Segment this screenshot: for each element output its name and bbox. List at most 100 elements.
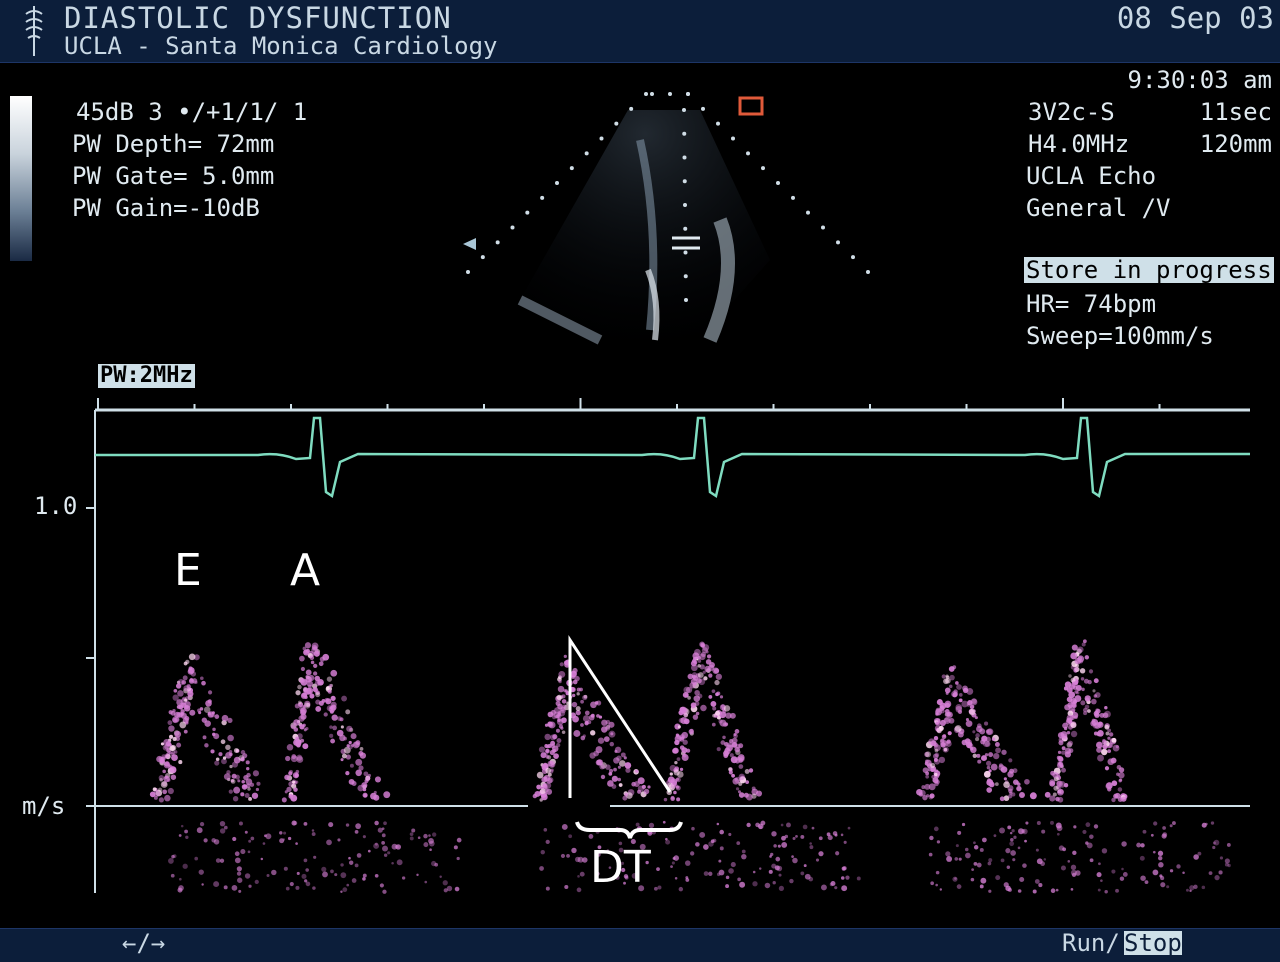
spectrum-speckle xyxy=(789,878,794,884)
spectrum-speckle xyxy=(775,856,781,862)
spectrum-speckle xyxy=(550,709,557,716)
spectrum-speckle xyxy=(988,889,992,893)
spectrum-speckle xyxy=(194,680,198,684)
spectrum-speckle xyxy=(345,770,350,776)
spectrum-speckle xyxy=(321,866,327,872)
spectrum-speckle xyxy=(1084,695,1091,702)
spectrum-speckle xyxy=(1160,876,1165,881)
spectrum-speckle xyxy=(293,727,299,732)
spectrum-speckle xyxy=(237,877,243,883)
spectrum-speckle xyxy=(243,784,247,788)
spectrum-speckle xyxy=(568,834,573,839)
spectrum-speckle xyxy=(778,885,785,891)
spectrum-speckle xyxy=(305,669,312,676)
spectrum-speckle xyxy=(1081,642,1086,647)
spectrum-speckle xyxy=(704,665,711,673)
spectrum-speckle xyxy=(1118,778,1123,782)
spectrum-speckle xyxy=(293,719,300,726)
spectrum-speckle xyxy=(377,827,383,833)
spectrum-speckle xyxy=(541,793,548,801)
spectrum-speckle xyxy=(711,722,716,727)
spectrum-speckle xyxy=(1197,851,1202,856)
spectrum-speckle xyxy=(291,754,297,760)
spectrum-speckle xyxy=(986,765,991,770)
spectrum-speckle xyxy=(1015,780,1020,785)
spectrum-speckle xyxy=(1057,732,1065,739)
spectrum-speckle xyxy=(1219,856,1224,860)
spectrum-speckle xyxy=(697,672,704,679)
spectrum-speckle xyxy=(1091,718,1099,726)
spectrum-speckle xyxy=(355,758,363,766)
spectrum-speckle xyxy=(171,854,175,859)
spectrum-speckle xyxy=(577,875,580,878)
spectrum-speckle xyxy=(743,792,749,798)
spectrum-speckle xyxy=(240,849,246,855)
spectrum-speckle xyxy=(387,851,391,855)
spectrum-speckle xyxy=(244,873,251,879)
spectrum-speckle xyxy=(955,844,959,848)
spectrum-speckle xyxy=(840,833,844,837)
spectrum-speckle xyxy=(777,844,781,848)
spectrum-speckle xyxy=(337,838,341,842)
spectrum-speckle xyxy=(1038,883,1043,888)
spectrum-speckle xyxy=(203,838,208,843)
spectrum-speckle xyxy=(703,844,709,850)
spectrum-speckle xyxy=(348,860,354,865)
spectrum-speckle xyxy=(1089,858,1094,863)
spectrum-speckle xyxy=(164,794,171,802)
spectrum-speckle xyxy=(582,734,586,738)
spectrum-speckle xyxy=(214,760,220,766)
spectrum-speckle xyxy=(1152,869,1159,876)
spectrum-speckle xyxy=(955,705,963,713)
spectrum-speckle xyxy=(1007,825,1012,830)
spectrum-speckle xyxy=(1050,820,1054,825)
spectrum-speckle xyxy=(240,757,245,761)
spectrum-speckle xyxy=(302,704,306,708)
spectrum-speckle xyxy=(922,794,928,801)
spectrum-speckle xyxy=(1088,669,1094,674)
spectrum-speckle xyxy=(990,763,998,771)
spectrum-speckle xyxy=(180,712,184,716)
spectrum-speckle xyxy=(302,743,309,750)
spectrum-speckle xyxy=(282,838,285,841)
stop-button[interactable]: Stop xyxy=(1124,931,1182,955)
spectrum-speckle xyxy=(675,785,681,791)
spectrum-speckle xyxy=(348,856,351,860)
spectrum-speckle xyxy=(584,710,590,716)
spectrum-speckle xyxy=(350,733,357,740)
spectrum-speckle xyxy=(1121,867,1124,871)
spectrum-speckle xyxy=(571,675,575,679)
spectrum-speckle xyxy=(328,684,333,688)
spectrum-speckle xyxy=(271,869,277,876)
spectrum-speckle xyxy=(328,822,334,828)
spectrum-speckle xyxy=(1071,644,1078,651)
spectrum-speckle xyxy=(1110,757,1117,764)
spectrum-speckle xyxy=(162,789,167,795)
spectrum-speckle xyxy=(952,665,957,670)
spectrum-speckle xyxy=(973,845,979,850)
spectrum-speckle xyxy=(234,857,241,864)
spectrum-speckle xyxy=(248,884,252,888)
spectrum-speckle xyxy=(189,709,196,716)
spectrum-speckle xyxy=(326,839,332,846)
spectrum-speckle xyxy=(284,774,290,781)
spectrum-speckle xyxy=(340,872,347,879)
spectrum-speckle xyxy=(313,650,320,657)
spectrum-speckle xyxy=(330,869,334,874)
spectrum-speckle xyxy=(1061,767,1066,773)
spectrum-speckle xyxy=(204,720,211,727)
spectrum-speckle xyxy=(1107,749,1112,754)
spectrum-speckle xyxy=(1053,785,1059,791)
spectrum-speckle xyxy=(285,755,291,762)
spectrum-speckle xyxy=(1068,691,1076,699)
spectrum-speckle xyxy=(1009,768,1015,774)
cine-arrows-button[interactable]: ←/→ xyxy=(122,931,165,955)
spectrum-speckle xyxy=(975,737,980,742)
spectrum-speckle xyxy=(736,841,741,846)
spectrum-speckle xyxy=(544,733,551,741)
run-button[interactable]: Run/ xyxy=(1062,931,1120,955)
spectrum-speckle xyxy=(580,699,584,704)
spectrum-speckle xyxy=(1067,860,1071,863)
spectrum-speckle xyxy=(818,836,823,841)
spectrum-speckle xyxy=(1118,772,1125,779)
